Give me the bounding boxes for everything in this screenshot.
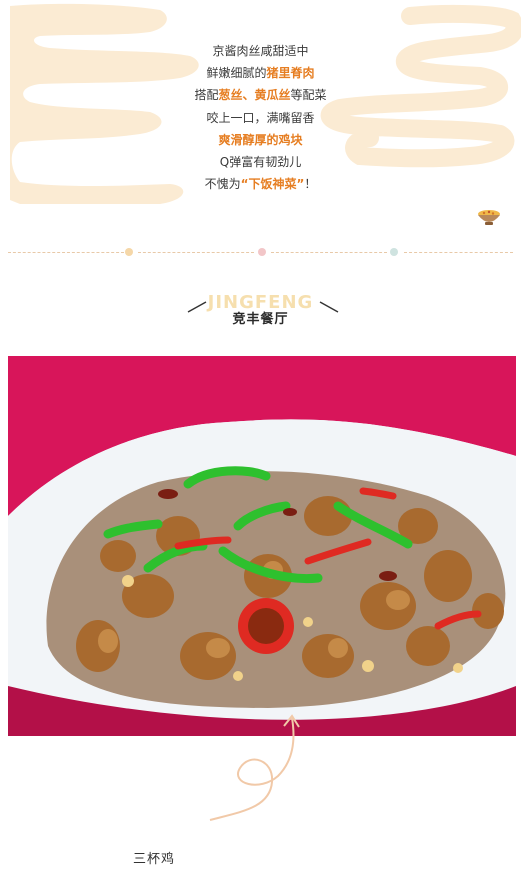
dish-photo (8, 356, 516, 736)
poem-line-1: 京酱肉丝咸甜适中 (212, 44, 309, 58)
poem-line-2: 鲜嫩细腻的猪里脊肉 (206, 66, 315, 81)
dish-name-label: 三杯鸡 (133, 852, 176, 867)
highlight-garnish: 葱丝、黄瓜丝 (218, 88, 291, 103)
divider-dot-2 (258, 248, 266, 256)
rice-bowl-icon (478, 210, 500, 225)
divider-dot-3 (390, 248, 398, 256)
curly-arrow-icon (209, 714, 300, 821)
poem-line-7: 不愧为“下饭神菜”！ (204, 177, 317, 192)
divider-line-3 (271, 252, 387, 253)
dish-photo-drawing (8, 356, 516, 736)
poem-line-4: 咬上一口，满嘴留香 (206, 110, 315, 125)
divider-line-2 (138, 252, 254, 253)
divider-line-4 (404, 252, 513, 253)
divider-line-1 (8, 252, 124, 253)
intro-section: 京酱肉丝咸甜适中 鲜嫩细腻的猪里脊肉 搭配葱丝、黄瓜丝等配菜 咬上一口，满嘴留香… (0, 0, 521, 260)
divider-dot-1 (125, 248, 133, 256)
brand-chinese: 竞丰餐厅 (232, 312, 289, 327)
highlight-chicken: 爽滑醇厚的鸡块 (218, 132, 303, 147)
brand-block: JINGFENG 竞丰餐厅 (0, 292, 521, 332)
poem-line-3: 搭配葱丝、黄瓜丝等配菜 (194, 88, 327, 103)
poem-line-5: 爽滑醇厚的鸡块 (0, 129, 521, 151)
poem-line-6: Q弹富有韧劲儿 (219, 154, 302, 169)
highlight-slogan: “下饭神菜” (240, 177, 305, 192)
highlight-pork: 猪里脊肉 (266, 66, 315, 81)
decor-slash-right (319, 301, 339, 313)
poem-text: 京酱肉丝咸甜适中 鲜嫩细腻的猪里脊肉 搭配葱丝、黄瓜丝等配菜 咬上一口，满嘴留香… (0, 40, 521, 195)
